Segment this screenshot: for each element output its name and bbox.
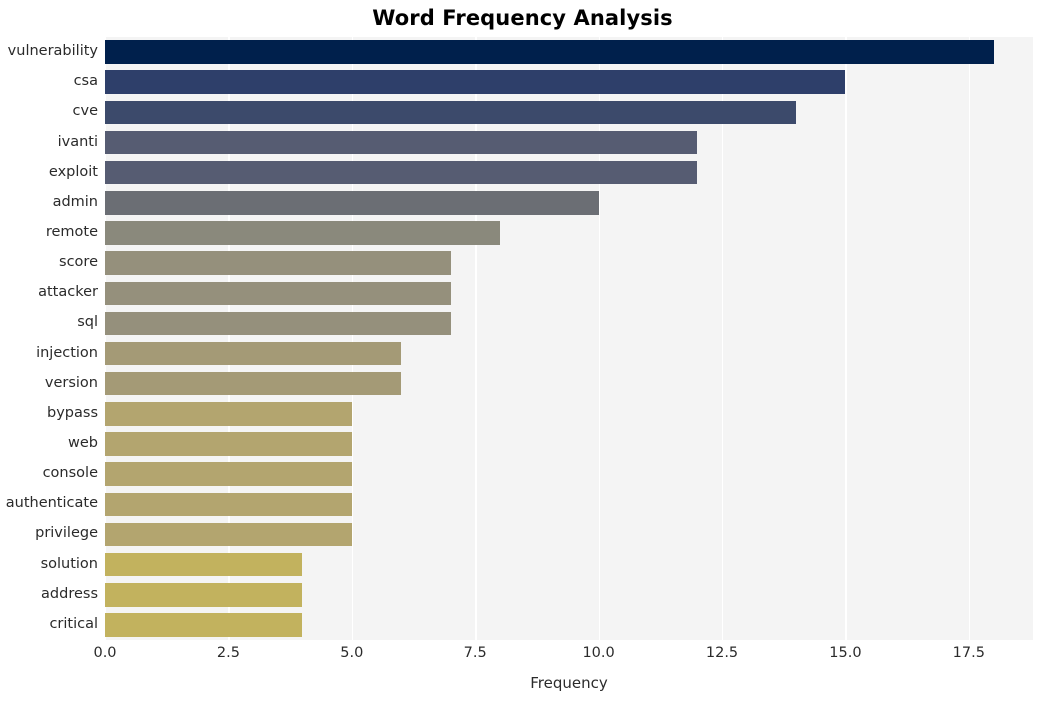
- bar-row[interactable]: [105, 40, 1033, 64]
- bar[interactable]: [105, 462, 352, 486]
- bar[interactable]: [105, 100, 797, 125]
- x-axis-title: Frequency: [530, 674, 608, 692]
- x-tick-label: 15.0: [829, 645, 862, 661]
- x-tick-label: 0.0: [93, 645, 117, 661]
- y-tick-label: admin: [52, 193, 98, 210]
- y-tick-label: console: [42, 465, 98, 482]
- bar[interactable]: [105, 432, 352, 456]
- bar-row[interactable]: [105, 281, 1033, 306]
- bar-row[interactable]: [105, 160, 1033, 185]
- bar-row[interactable]: [105, 221, 1033, 245]
- plot-area: [105, 37, 1033, 640]
- x-tick-label: 17.5: [952, 645, 985, 661]
- bar[interactable]: [105, 40, 994, 64]
- bar[interactable]: [105, 522, 352, 547]
- bar-row[interactable]: [105, 191, 1033, 215]
- y-tick-label: authenticate: [5, 495, 98, 512]
- bar-row[interactable]: [105, 552, 1033, 577]
- y-tick-label: sql: [77, 314, 98, 331]
- x-tick-label: 12.5: [705, 645, 739, 661]
- bar-row[interactable]: [105, 522, 1033, 547]
- y-axis-tick-labels: vulnerability csa cve ivanti exploit admin rem…: [0, 37, 98, 640]
- y-tick-label: vulnerability: [7, 43, 98, 60]
- x-tick-label: 10.0: [582, 645, 615, 661]
- bar-row[interactable]: [105, 371, 1033, 396]
- bar[interactable]: [105, 371, 402, 396]
- y-tick-label: injection: [36, 344, 98, 361]
- bar[interactable]: [105, 552, 303, 577]
- bar[interactable]: [105, 341, 402, 366]
- bar[interactable]: [105, 311, 451, 336]
- x-tick-label: 7.5: [463, 645, 487, 661]
- bar-row[interactable]: [105, 613, 1033, 637]
- bar-row[interactable]: [105, 492, 1033, 517]
- bar[interactable]: [105, 251, 451, 275]
- bar-row[interactable]: [105, 432, 1033, 456]
- bar-row[interactable]: [105, 70, 1033, 94]
- y-tick-label: critical: [49, 615, 98, 632]
- chart-title: Word Frequency Analysis: [372, 6, 673, 30]
- bar-row[interactable]: [105, 462, 1033, 486]
- y-tick-label: web: [68, 435, 98, 452]
- bar[interactable]: [105, 130, 698, 155]
- bar[interactable]: [105, 492, 352, 517]
- y-tick-label: csa: [73, 73, 98, 90]
- bar[interactable]: [105, 402, 352, 426]
- bar[interactable]: [105, 221, 500, 245]
- y-tick-label: address: [41, 585, 98, 602]
- bar[interactable]: [105, 70, 846, 94]
- y-tick-label: remote: [45, 223, 98, 240]
- y-tick-label: bypass: [47, 404, 98, 421]
- y-tick-label: version: [44, 374, 98, 391]
- bar[interactable]: [105, 613, 303, 637]
- bars-container: [105, 37, 1033, 640]
- x-axis-tick-labels: 0.0 2.5 5.0 7.5 10.0 12.5 15.0 17.5: [93, 645, 1033, 667]
- bar-row[interactable]: [105, 311, 1033, 336]
- y-tick-label: ivanti: [57, 133, 98, 150]
- y-tick-label: attacker: [38, 284, 98, 301]
- y-tick-label: solution: [40, 555, 98, 572]
- x-tick-label: 2.5: [216, 645, 240, 661]
- chart-figure: Word Frequency Analysis vulnerability csa…: [0, 0, 1045, 701]
- bar-row[interactable]: [105, 130, 1033, 155]
- bar[interactable]: [105, 281, 451, 306]
- bar[interactable]: [105, 160, 698, 185]
- bar-row[interactable]: [105, 402, 1033, 426]
- bar[interactable]: [105, 191, 599, 215]
- y-tick-label: exploit: [48, 163, 98, 180]
- y-tick-label: privilege: [35, 525, 98, 542]
- bar-row[interactable]: [105, 251, 1033, 275]
- y-tick-label: score: [59, 254, 98, 271]
- x-tick-label: 5.0: [340, 645, 364, 661]
- bar-row[interactable]: [105, 583, 1033, 607]
- bar[interactable]: [105, 583, 303, 607]
- bar-row[interactable]: [105, 341, 1033, 366]
- bar-row[interactable]: [105, 100, 1033, 125]
- y-tick-label: cve: [72, 103, 98, 120]
